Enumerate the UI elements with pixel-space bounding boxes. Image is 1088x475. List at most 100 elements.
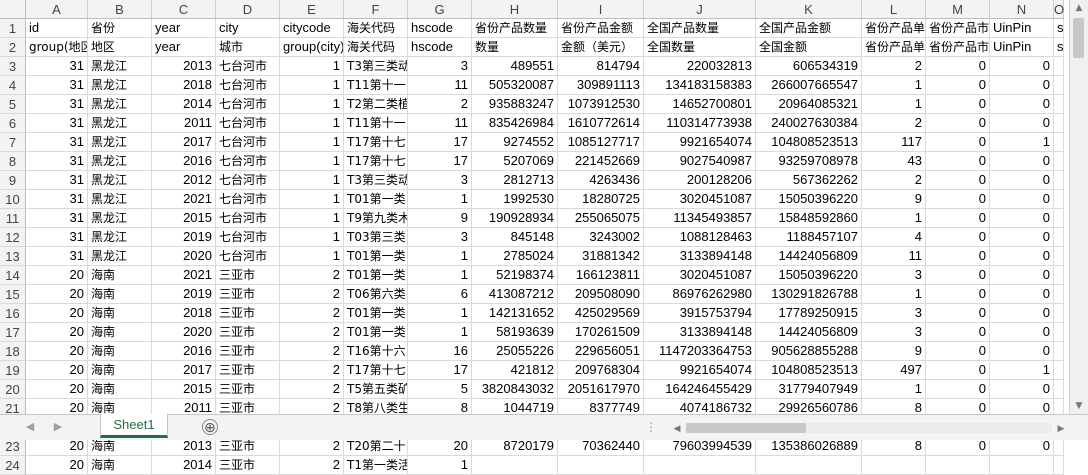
cell-m5[interactable]: 0 bbox=[926, 95, 990, 114]
cell-d9[interactable]: 七台河市 bbox=[216, 171, 280, 190]
scroll-right-arrow-icon[interactable]: ▶ bbox=[1054, 420, 1068, 436]
cell-k4[interactable]: 266007665547 bbox=[756, 76, 862, 95]
cell-o24[interactable] bbox=[1054, 456, 1064, 475]
cell-m20[interactable]: 0 bbox=[926, 380, 990, 399]
cell-h14[interactable]: 52198374 bbox=[472, 266, 558, 285]
cell-a19[interactable]: 20 bbox=[26, 361, 88, 380]
cell-f11[interactable]: T9第九类木 bbox=[344, 209, 408, 228]
cell-a24[interactable]: 20 bbox=[26, 456, 88, 475]
cell-l13[interactable]: 11 bbox=[862, 247, 926, 266]
cell-g24[interactable]: 1 bbox=[408, 456, 472, 475]
cell-h20[interactable]: 3820843032 bbox=[472, 380, 558, 399]
cell-g5[interactable]: 2 bbox=[408, 95, 472, 114]
cell-k14[interactable]: 15050396220 bbox=[756, 266, 862, 285]
cell-o15[interactable] bbox=[1054, 285, 1064, 304]
cell-g8[interactable]: 17 bbox=[408, 152, 472, 171]
cell-b7[interactable]: 黑龙江 bbox=[88, 133, 152, 152]
cell-m8[interactable]: 0 bbox=[926, 152, 990, 171]
cell-a15[interactable]: 20 bbox=[26, 285, 88, 304]
cell-l8[interactable]: 43 bbox=[862, 152, 926, 171]
cell-l10[interactable]: 9 bbox=[862, 190, 926, 209]
cell-g16[interactable]: 1 bbox=[408, 304, 472, 323]
row-header-4[interactable]: 4 bbox=[0, 76, 26, 95]
cell-j19[interactable]: 9921654074 bbox=[644, 361, 756, 380]
cell-h16[interactable]: 142131652 bbox=[472, 304, 558, 323]
cell-f20[interactable]: T5第五类矿 bbox=[344, 380, 408, 399]
cell-c13[interactable]: 2020 bbox=[152, 247, 216, 266]
cell-n19[interactable]: 1 bbox=[990, 361, 1054, 380]
cell-c6[interactable]: 2011 bbox=[152, 114, 216, 133]
row-header-12[interactable]: 12 bbox=[0, 228, 26, 247]
cell-l6[interactable]: 2 bbox=[862, 114, 926, 133]
row-header-15[interactable]: 15 bbox=[0, 285, 26, 304]
cell-j17[interactable]: 3133894148 bbox=[644, 323, 756, 342]
cell-d6[interactable]: 七台河市 bbox=[216, 114, 280, 133]
cell-l4[interactable]: 1 bbox=[862, 76, 926, 95]
cell-h1[interactable]: 省份产品数量 bbox=[472, 19, 558, 38]
cell-f10[interactable]: T01第一类 bbox=[344, 190, 408, 209]
row-header-8[interactable]: 8 bbox=[0, 152, 26, 171]
cell-n10[interactable]: 0 bbox=[990, 190, 1054, 209]
cell-k24[interactable] bbox=[756, 456, 862, 475]
row-header-2[interactable]: 2 bbox=[0, 38, 26, 57]
cell-c3[interactable]: 2013 bbox=[152, 57, 216, 76]
cell-l19[interactable]: 497 bbox=[862, 361, 926, 380]
row-header-20[interactable]: 20 bbox=[0, 380, 26, 399]
cell-k6[interactable]: 240027630384 bbox=[756, 114, 862, 133]
cell-j10[interactable]: 3020451087 bbox=[644, 190, 756, 209]
cell-i17[interactable]: 170261509 bbox=[558, 323, 644, 342]
cell-m4[interactable]: 0 bbox=[926, 76, 990, 95]
cell-g4[interactable]: 11 bbox=[408, 76, 472, 95]
cell-i18[interactable]: 229656051 bbox=[558, 342, 644, 361]
cell-b17[interactable]: 海南 bbox=[88, 323, 152, 342]
cell-l11[interactable]: 1 bbox=[862, 209, 926, 228]
column-header-e[interactable]: E bbox=[280, 0, 344, 19]
cell-o20[interactable] bbox=[1054, 380, 1064, 399]
cell-k13[interactable]: 14424056809 bbox=[756, 247, 862, 266]
cell-o10[interactable] bbox=[1054, 190, 1064, 209]
cell-b5[interactable]: 黑龙江 bbox=[88, 95, 152, 114]
cell-c24[interactable]: 2014 bbox=[152, 456, 216, 475]
cell-a17[interactable]: 20 bbox=[26, 323, 88, 342]
cell-o8[interactable] bbox=[1054, 152, 1064, 171]
row-header-13[interactable]: 13 bbox=[0, 247, 26, 266]
cell-b16[interactable]: 海南 bbox=[88, 304, 152, 323]
cell-g6[interactable]: 11 bbox=[408, 114, 472, 133]
cell-h6[interactable]: 835426984 bbox=[472, 114, 558, 133]
cell-h18[interactable]: 25055226 bbox=[472, 342, 558, 361]
cell-a20[interactable]: 20 bbox=[26, 380, 88, 399]
cell-n13[interactable]: 0 bbox=[990, 247, 1054, 266]
row-header-7[interactable]: 7 bbox=[0, 133, 26, 152]
cell-m6[interactable]: 0 bbox=[926, 114, 990, 133]
cell-a4[interactable]: 31 bbox=[26, 76, 88, 95]
cell-h17[interactable]: 58193639 bbox=[472, 323, 558, 342]
cell-d10[interactable]: 七台河市 bbox=[216, 190, 280, 209]
sheet-tab-sheet1[interactable]: Sheet1 bbox=[100, 414, 168, 438]
cell-f4[interactable]: T11第十一 bbox=[344, 76, 408, 95]
cell-c11[interactable]: 2015 bbox=[152, 209, 216, 228]
column-header-c[interactable]: C bbox=[152, 0, 216, 19]
cell-i1[interactable]: 省份产品金额 bbox=[558, 19, 644, 38]
cell-d19[interactable]: 三亚市 bbox=[216, 361, 280, 380]
cell-f7[interactable]: T17第十七 bbox=[344, 133, 408, 152]
cell-k9[interactable]: 567362262 bbox=[756, 171, 862, 190]
cell-j6[interactable]: 110314773938 bbox=[644, 114, 756, 133]
row-header-19[interactable]: 19 bbox=[0, 361, 26, 380]
cell-c10[interactable]: 2021 bbox=[152, 190, 216, 209]
cell-j9[interactable]: 200128206 bbox=[644, 171, 756, 190]
cell-g14[interactable]: 1 bbox=[408, 266, 472, 285]
cell-o9[interactable] bbox=[1054, 171, 1064, 190]
cell-h11[interactable]: 190928934 bbox=[472, 209, 558, 228]
cell-l1[interactable]: 省份产品单 bbox=[862, 19, 926, 38]
cell-j3[interactable]: 220032813 bbox=[644, 57, 756, 76]
cell-b15[interactable]: 海南 bbox=[88, 285, 152, 304]
column-header-n[interactable]: N bbox=[990, 0, 1054, 19]
cell-e20[interactable]: 2 bbox=[280, 380, 344, 399]
cell-f1[interactable]: 海关代码 bbox=[344, 19, 408, 38]
cell-n9[interactable]: 0 bbox=[990, 171, 1054, 190]
cell-m13[interactable]: 0 bbox=[926, 247, 990, 266]
cell-b14[interactable]: 海南 bbox=[88, 266, 152, 285]
cell-l18[interactable]: 9 bbox=[862, 342, 926, 361]
horizontal-scrollbar[interactable]: ◀ ▶ bbox=[670, 420, 1068, 436]
cell-i16[interactable]: 425029569 bbox=[558, 304, 644, 323]
